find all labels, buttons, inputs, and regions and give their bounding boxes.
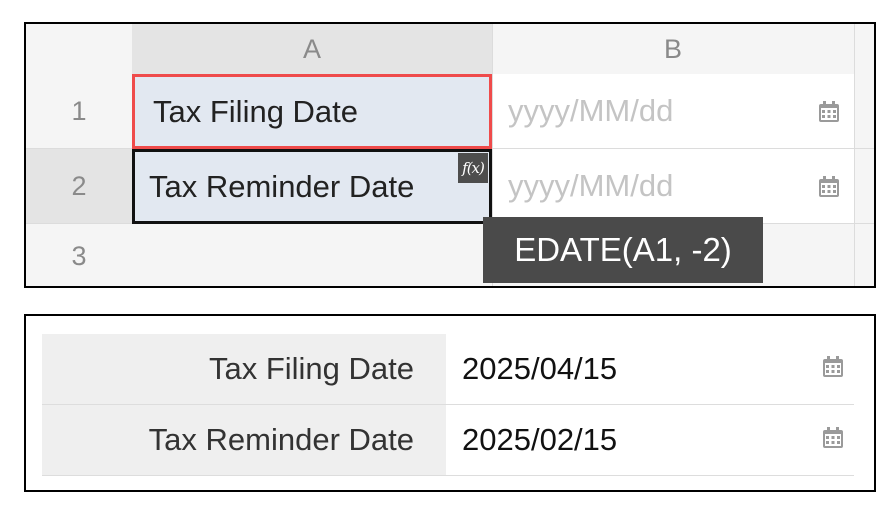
spreadsheet-panel: A B 1 2 3 Tax Filing Date yyyy/MM/dd Tax…: [24, 22, 876, 288]
formula-indicator-icon: f(x): [458, 153, 488, 183]
formula-tooltip: EDATE(A1, -2): [483, 217, 763, 283]
date-field[interactable]: 2025/02/15: [446, 405, 854, 475]
cell-b2[interactable]: yyyy/MM/dd: [493, 149, 854, 223]
column-header-b[interactable]: B: [492, 24, 854, 74]
row-header-2[interactable]: 2: [26, 149, 132, 224]
grid-line: [854, 24, 855, 286]
cell-b1-placeholder: yyyy/MM/dd: [508, 93, 674, 128]
calendar-icon[interactable]: [822, 427, 844, 449]
cell-a3[interactable]: [132, 224, 492, 286]
form-row-tax-filing-date: Tax Filing Date 2025/04/15: [42, 334, 854, 405]
form-panel: Tax Filing Date 2025/04/15 Tax Reminder …: [24, 314, 876, 492]
calendar-icon[interactable]: [818, 101, 840, 123]
form-row-tax-reminder-date: Tax Reminder Date 2025/02/15: [42, 405, 854, 476]
calendar-icon[interactable]: [822, 356, 844, 378]
row-header-1[interactable]: 1: [26, 74, 132, 149]
cell-b1[interactable]: yyyy/MM/dd: [493, 74, 854, 148]
cell-a2-text: Tax Reminder Date: [149, 168, 415, 204]
field-label: Tax Filing Date: [42, 334, 446, 404]
field-label: Tax Reminder Date: [42, 405, 446, 475]
date-value: 2025/02/15: [462, 422, 618, 457]
date-value: 2025/04/15: [462, 351, 618, 386]
row-header-3[interactable]: 3: [26, 224, 132, 286]
cell-a1-text: Tax Filing Date: [153, 93, 359, 129]
column-header-a[interactable]: A: [132, 24, 492, 74]
date-field[interactable]: 2025/04/15: [446, 334, 854, 404]
cell-a1[interactable]: Tax Filing Date: [132, 74, 492, 149]
cell-a2[interactable]: Tax Reminder Date: [132, 149, 492, 224]
calendar-icon[interactable]: [818, 176, 840, 198]
cell-b2-placeholder: yyyy/MM/dd: [508, 168, 674, 203]
